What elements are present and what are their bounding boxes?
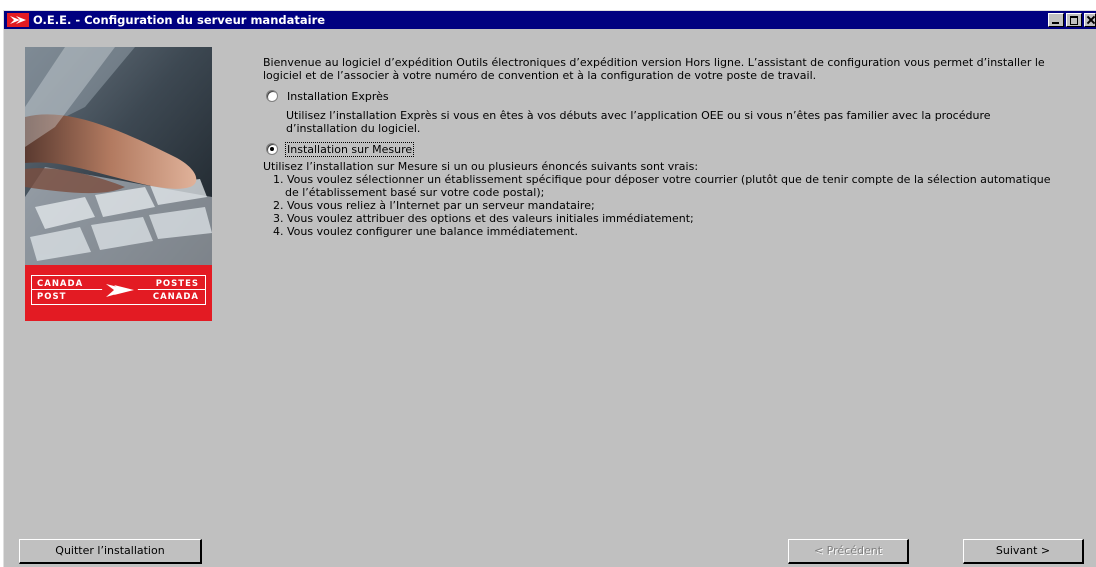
logo-text-post: POST — [37, 292, 67, 302]
main-content: Bienvenue au logiciel d’expédition Outil… — [263, 56, 1053, 238]
maximize-button[interactable] — [1066, 13, 1082, 27]
logo-text-canada-fr: CANADA — [152, 292, 199, 302]
title-bar[interactable]: O.E.E. - Configuration du serveur mandat… — [4, 11, 1096, 29]
list-item: 1. Vous voulez sélectionner un établisse… — [273, 173, 1051, 199]
list-item: 4. Vous voulez configurer une balance im… — [273, 225, 578, 238]
side-banner-image: CANADA POST POSTES CANADA — [25, 47, 212, 321]
express-description: Utilisez l’installation Exprès si vous e… — [286, 109, 991, 135]
logo-text-canada: CANADA — [37, 279, 84, 289]
keyboard-hand-photo — [25, 47, 212, 265]
option-custom[interactable]: Installation sur Mesure — [263, 141, 1053, 157]
eagle-logo-icon — [102, 278, 138, 303]
option-express-label[interactable]: Installation Exprès — [286, 90, 390, 103]
intro-text: Bienvenue au logiciel d’expédition Outil… — [263, 56, 1045, 82]
canada-post-logo: CANADA POST POSTES CANADA — [25, 265, 212, 321]
close-button[interactable] — [1084, 13, 1096, 27]
installer-window: O.E.E. - Configuration du serveur mandat… — [3, 10, 1096, 567]
radio-custom[interactable] — [266, 143, 278, 155]
quit-installation-button[interactable]: Quitter l’installation — [19, 539, 202, 564]
list-item: 2. Vous vous reliez à l’Internet par un … — [273, 199, 595, 212]
window-title: O.E.E. - Configuration du serveur mandat… — [33, 13, 326, 27]
radio-express[interactable] — [266, 90, 278, 102]
logo-text-postes: POSTES — [155, 279, 199, 289]
previous-button[interactable]: < Précédent — [788, 539, 909, 564]
canada-post-logo-icon — [7, 13, 29, 27]
option-express[interactable]: Installation Exprès — [263, 88, 1053, 104]
option-custom-label[interactable]: Installation sur Mesure — [284, 141, 415, 157]
custom-conditions-list: 1. Vous voulez sélectionner un établisse… — [273, 173, 1053, 238]
next-button[interactable]: Suivant > — [963, 539, 1084, 564]
list-item: 3. Vous voulez attribuer des options et … — [273, 212, 694, 225]
minimize-button[interactable] — [1048, 13, 1064, 27]
custom-description: Utilisez l’installation sur Mesure si un… — [263, 160, 699, 173]
